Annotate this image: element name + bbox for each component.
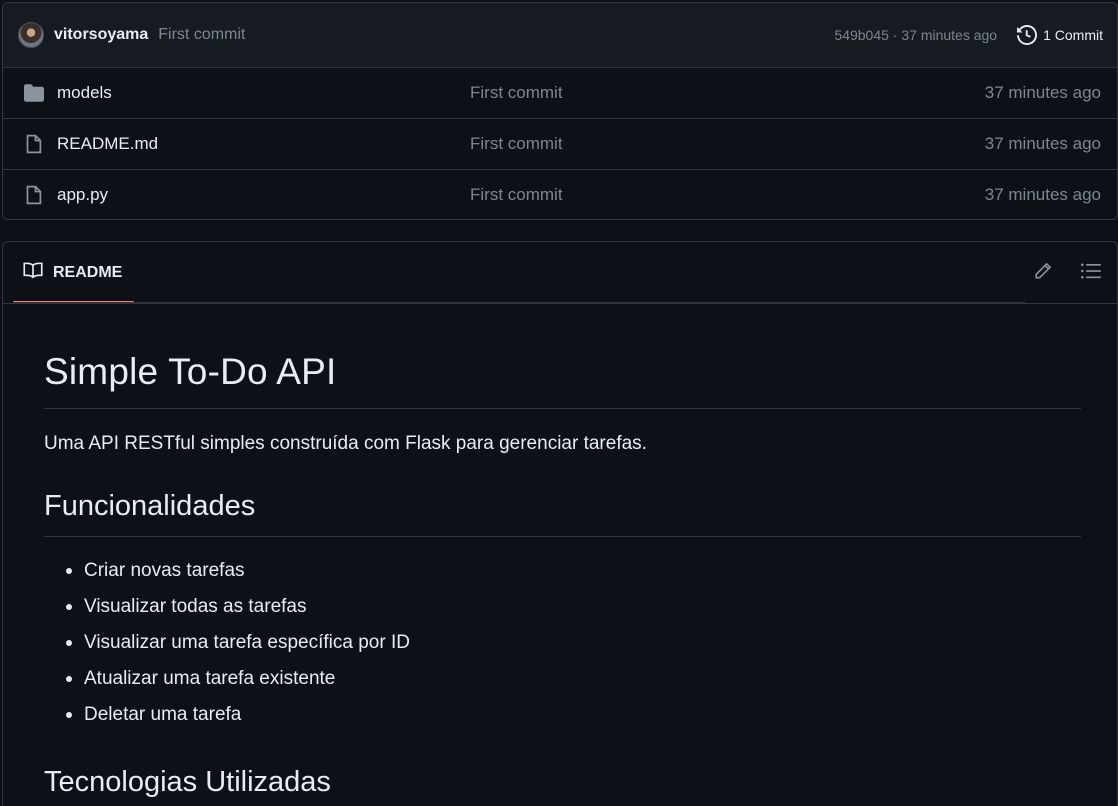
list-item: Visualizar uma tarefa específica por ID bbox=[66, 629, 1081, 657]
list-item: Atualizar uma tarefa existente bbox=[66, 665, 1081, 693]
tab-readme[interactable]: README bbox=[13, 242, 134, 303]
book-icon bbox=[23, 261, 43, 284]
commits-count-label: 1 Commit bbox=[1043, 27, 1103, 43]
file-row-readme[interactable]: README.md First commit 37 minutes ago bbox=[3, 119, 1117, 170]
file-icon bbox=[23, 185, 45, 205]
history-icon bbox=[1017, 25, 1038, 45]
file-row-app[interactable]: app.py First commit 37 minutes ago bbox=[3, 170, 1117, 219]
file-name[interactable]: README.md bbox=[57, 134, 470, 154]
list-item: Visualizar todas as tarefas bbox=[66, 593, 1081, 621]
readme-panel: README Simple To-Do API Uma API RESTful … bbox=[2, 241, 1118, 806]
pencil-icon[interactable] bbox=[1033, 261, 1053, 281]
file-commit-time: 37 minutes ago bbox=[984, 185, 1101, 204]
file-icon bbox=[23, 134, 45, 154]
file-row-models[interactable]: models First commit 37 minutes ago bbox=[3, 68, 1117, 119]
list-item-text: Visualizar todas as tarefas bbox=[84, 596, 307, 617]
list-item-text: Criar novas tarefas bbox=[84, 560, 245, 581]
file-commit-message[interactable]: First commit bbox=[470, 134, 985, 154]
readme-title: Simple To-Do API bbox=[44, 350, 1081, 409]
section-heading-technologies: Tecnologias Utilizadas bbox=[44, 764, 1081, 806]
readme-tab-bar: README bbox=[3, 242, 1117, 303]
readme-description: Uma API RESTful simples construída com F… bbox=[44, 433, 647, 454]
tab-divider bbox=[13, 302, 1025, 303]
readme-content: Simple To-Do API Uma API RESTful simples… bbox=[3, 303, 1117, 806]
file-name[interactable]: app.py bbox=[57, 185, 470, 205]
list-item-text: Deletar uma tarefa bbox=[84, 704, 242, 725]
file-commit-time: 37 minutes ago bbox=[984, 134, 1101, 153]
file-name[interactable]: models bbox=[57, 83, 470, 103]
avatar[interactable] bbox=[18, 22, 44, 48]
latest-commit-bar: vitorsoyama First commit 549b045 · 37 mi… bbox=[3, 3, 1117, 68]
tab-readme-label: README bbox=[53, 263, 123, 281]
list-item: Criar novas tarefas bbox=[66, 557, 1081, 585]
list-item: Deletar uma tarefa bbox=[66, 701, 1081, 729]
commit-message[interactable]: First commit bbox=[158, 26, 245, 44]
section-heading-features: Funcionalidades bbox=[44, 488, 1081, 537]
commits-history-button[interactable]: 1 Commit bbox=[1017, 25, 1103, 45]
file-commit-time: 37 minutes ago bbox=[984, 83, 1101, 102]
folder-icon bbox=[23, 84, 45, 102]
list-item-text: Atualizar uma tarefa existente bbox=[84, 668, 336, 689]
readme-tools bbox=[1033, 261, 1101, 281]
commit-author[interactable]: vitorsoyama bbox=[54, 26, 148, 44]
list-icon[interactable] bbox=[1081, 261, 1101, 281]
commit-sha-time[interactable]: 549b045 · 37 minutes ago bbox=[834, 27, 997, 43]
list-item-text: Visualizar uma tarefa específica por ID bbox=[84, 632, 410, 653]
file-commit-message[interactable]: First commit bbox=[470, 185, 985, 205]
file-listing: vitorsoyama First commit 549b045 · 37 mi… bbox=[2, 2, 1118, 220]
features-list: Criar novas tarefas Visualizar todas as … bbox=[44, 557, 1081, 729]
file-commit-message[interactable]: First commit bbox=[470, 83, 985, 103]
